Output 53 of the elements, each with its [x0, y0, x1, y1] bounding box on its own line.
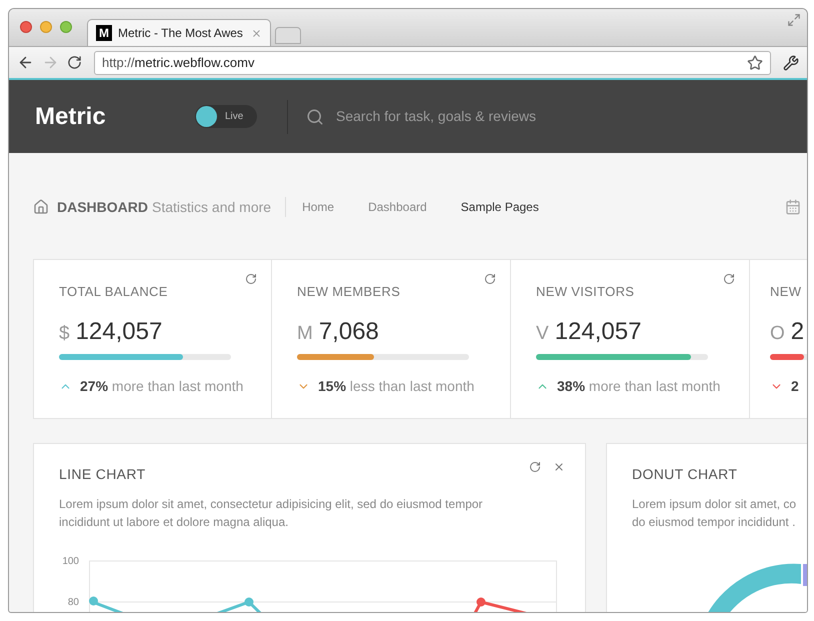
- close-tab-icon[interactable]: [251, 28, 262, 38]
- stat-change: 27% more than last month: [80, 376, 244, 396]
- close-window-button[interactable]: [20, 21, 32, 33]
- back-icon[interactable]: [17, 54, 34, 71]
- home-icon: [33, 199, 49, 215]
- refresh-icon[interactable]: [723, 273, 735, 285]
- currency-symbol: O: [770, 322, 785, 346]
- currency-symbol: $: [59, 322, 70, 346]
- stat-value: 124,057: [554, 316, 642, 346]
- zoom-window-button[interactable]: [60, 21, 72, 33]
- search-icon: [306, 108, 324, 126]
- stat-value: 2: [790, 316, 804, 346]
- breadcrumb-link[interactable]: Sample Pages: [460, 198, 539, 216]
- page-subtitle: Statistics and more: [152, 198, 272, 216]
- tab-title: Metric - The Most Awes: [118, 25, 244, 42]
- stat-value: 124,057: [76, 316, 162, 346]
- browser-tab[interactable]: M Metric - The Most Awes: [87, 19, 271, 46]
- card-description: Lorem ipsum dolor sit amet, consectetur adipisicing elit, sed do eiusmod tempor incididunt ut labore et dolore magna aliqua.: [59, 496, 484, 531]
- stat-change: 15% less than last month: [318, 376, 474, 396]
- reload-icon[interactable]: [67, 55, 82, 70]
- data-point: [244, 598, 254, 606]
- currency-symbol: M: [297, 322, 313, 346]
- search-field[interactable]: Search for task, goals & reviews: [336, 106, 736, 127]
- card-title: DONUT CHART: [632, 465, 738, 484]
- fullscreen-icon[interactable]: [787, 13, 801, 27]
- stat-title: TOTAL BALANCE: [59, 283, 169, 301]
- wrench-icon[interactable]: [783, 54, 799, 70]
- card-title: LINE CHART: [59, 465, 146, 484]
- app-logo: Metric: [35, 102, 107, 132]
- data-point: [89, 596, 98, 606]
- bookmark-star-icon[interactable]: [747, 54, 763, 70]
- refresh-icon[interactable]: [245, 273, 257, 285]
- page-title: DASHBOARD: [57, 198, 148, 216]
- stat-change: 2: [791, 376, 799, 396]
- close-icon[interactable]: [553, 461, 565, 473]
- stat-title: NEW MEMBERS: [297, 283, 402, 301]
- live-toggle[interactable]: Live: [195, 105, 257, 128]
- axis-tick-label: 80: [68, 596, 79, 610]
- stat-title: NEW VISITORS: [536, 283, 636, 301]
- refresh-icon[interactable]: [484, 273, 496, 285]
- toggle-label: Live: [225, 110, 244, 124]
- data-point: [476, 598, 486, 606]
- url-text: http://metric.webflow.comv: [102, 54, 256, 72]
- refresh-icon[interactable]: [529, 461, 541, 473]
- card-description: Lorem ipsum dolor sit amet, co: [632, 496, 796, 513]
- stat-title: NEW: [770, 283, 802, 301]
- stat-value: 7,068: [318, 316, 379, 346]
- card-description: do eiusmod tempor incididunt .: [632, 514, 796, 531]
- axis-tick-label: 100: [62, 555, 79, 569]
- stat-change: 38% more than last month: [557, 376, 720, 396]
- address-bar[interactable]: http://metric.webflow.comv: [94, 50, 771, 74]
- currency-symbol: V: [536, 322, 549, 346]
- favicon-logo: M: [96, 25, 112, 41]
